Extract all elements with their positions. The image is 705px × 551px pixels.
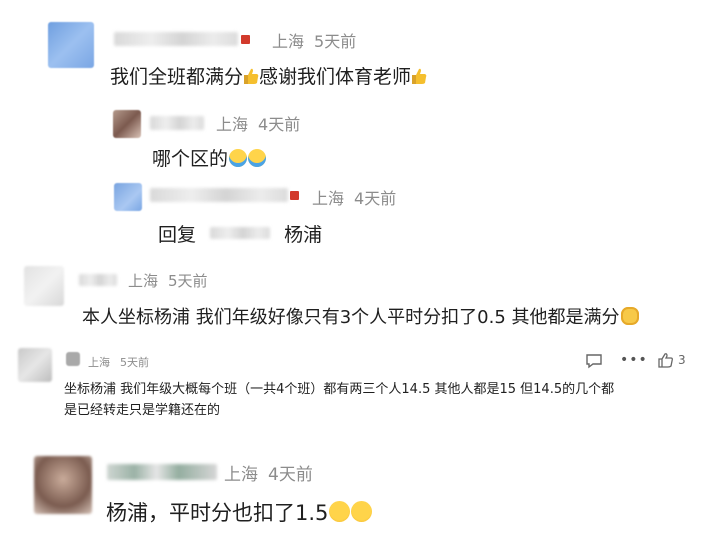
comment-text: 回复 杨浦 bbox=[158, 224, 323, 246]
location: 上海 bbox=[88, 356, 110, 369]
laughing-crying-emoji bbox=[351, 501, 373, 522]
more-icon[interactable]: ••• bbox=[620, 352, 648, 368]
username-blurred[interactable] bbox=[107, 464, 217, 480]
location: 上海 bbox=[224, 465, 258, 485]
timestamp: 4天前 bbox=[268, 465, 313, 485]
timestamp: 5天前 bbox=[120, 356, 149, 369]
comment-text: 哪个区的 bbox=[152, 144, 267, 171]
avatar[interactable] bbox=[18, 348, 52, 382]
avatar[interactable] bbox=[34, 456, 92, 514]
location: 上海 bbox=[312, 189, 345, 208]
comment-meta: 上海 4天前 bbox=[216, 111, 310, 135]
comment-meta: 上海 5天前 bbox=[272, 28, 366, 52]
comment-text-line-1: 坐标杨浦 我们年级大概每个班（一共4个班）都有两三个人14.5 其他人都是15 … bbox=[64, 382, 615, 397]
thumbs-up-emoji bbox=[244, 68, 259, 84]
timestamp: 5天前 bbox=[168, 272, 208, 290]
username-blurred[interactable] bbox=[79, 274, 117, 286]
badge-icon bbox=[241, 35, 250, 44]
location: 上海 bbox=[216, 115, 249, 134]
avatar[interactable] bbox=[113, 110, 141, 138]
username-blurred[interactable] bbox=[150, 116, 204, 130]
comment-text-line-2: 是已经转走只是学籍还在的 bbox=[64, 403, 221, 418]
username-blurred[interactable] bbox=[114, 32, 238, 46]
comment-icon[interactable] bbox=[585, 353, 603, 369]
comment-meta: 上海 5天前 bbox=[88, 354, 159, 370]
user-badge bbox=[66, 352, 80, 366]
comment-meta: 上海 4天前 bbox=[312, 185, 406, 209]
timestamp: 5天前 bbox=[314, 32, 357, 51]
badge-icon bbox=[290, 191, 299, 200]
laughing-crying-emoji bbox=[329, 501, 351, 522]
avatar[interactable] bbox=[24, 266, 64, 306]
crying-emoji bbox=[229, 149, 248, 167]
mentioned-user-blurred[interactable] bbox=[210, 227, 271, 239]
comment-text: 杨浦，平时分也扣了1.5 bbox=[106, 497, 373, 527]
timestamp: 4天前 bbox=[354, 189, 397, 208]
like-count: 3 bbox=[678, 353, 686, 367]
cat-emoji bbox=[620, 307, 639, 325]
avatar[interactable] bbox=[114, 183, 142, 211]
crying-emoji bbox=[248, 149, 267, 167]
comment-text: 本人坐标杨浦 我们年级好像只有3个人平时分扣了0.5 其他都是满分 bbox=[82, 303, 639, 329]
comment-text: 我们全班都满分 感谢我们体育老师 bbox=[110, 62, 427, 89]
comment-meta: 上海 5天前 bbox=[128, 270, 218, 291]
timestamp: 4天前 bbox=[258, 115, 301, 134]
comment-meta: 上海 4天前 bbox=[224, 460, 323, 485]
username-blurred[interactable] bbox=[150, 188, 288, 202]
like-icon[interactable] bbox=[657, 352, 674, 369]
thumbs-up-emoji bbox=[412, 68, 427, 84]
reply-prefix: 回复 bbox=[158, 224, 197, 246]
avatar[interactable] bbox=[48, 22, 94, 68]
location: 上海 bbox=[272, 32, 305, 51]
location: 上海 bbox=[128, 272, 159, 290]
